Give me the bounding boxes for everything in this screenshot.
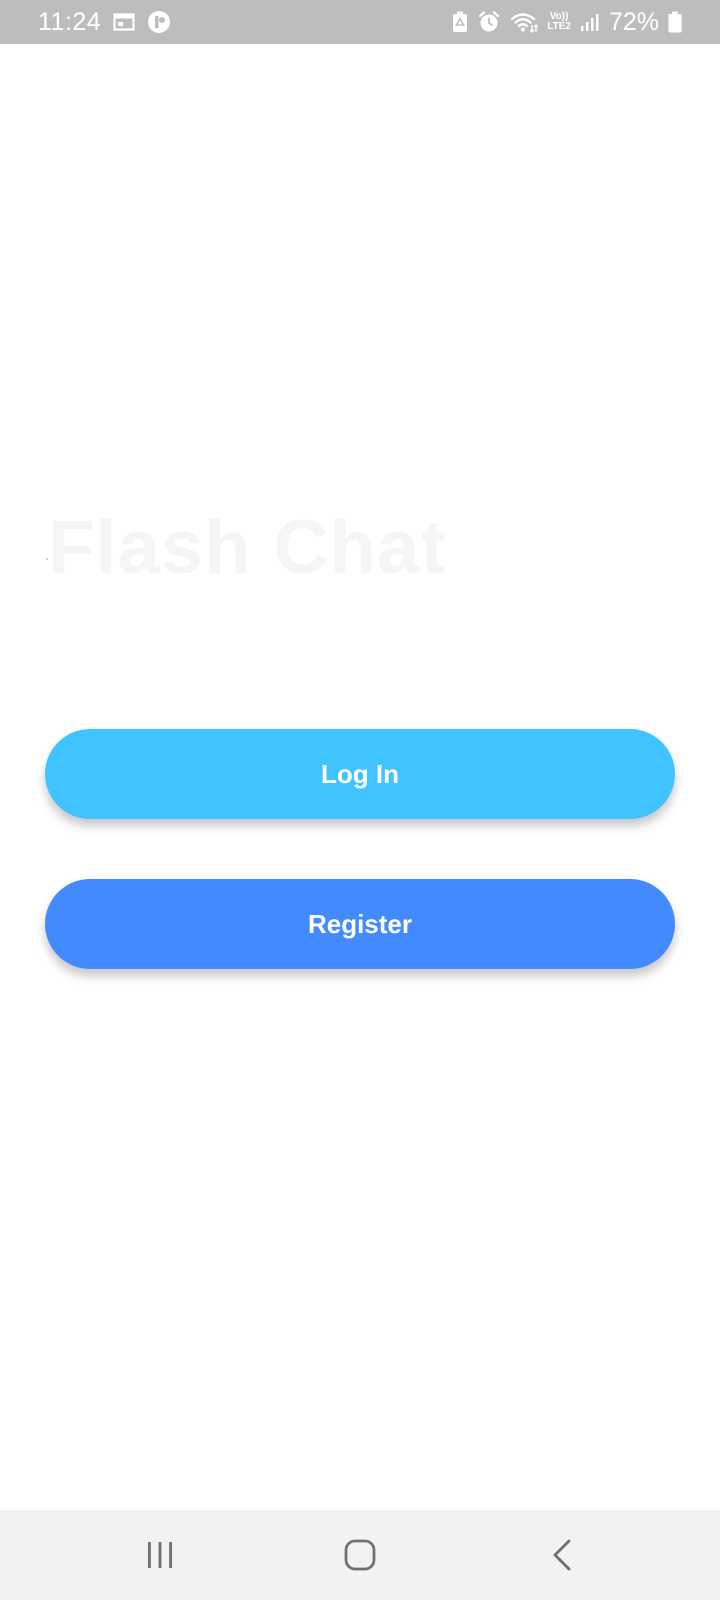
home-icon: [344, 1539, 376, 1571]
recents-button[interactable]: [100, 1510, 220, 1600]
back-icon: [553, 1539, 571, 1571]
alarm-icon: [477, 10, 501, 34]
wifi-icon: [510, 11, 539, 33]
calendar-icon: [113, 12, 135, 32]
back-button[interactable]: [502, 1510, 622, 1600]
app-notification-icon: [147, 10, 171, 34]
signal-icon: [580, 12, 600, 32]
battery-percent: 72%: [608, 7, 659, 36]
status-bar: 11:24 Vo)) LTE2 72%: [0, 0, 720, 44]
register-button[interactable]: Register: [45, 879, 675, 969]
login-button[interactable]: Log In: [45, 729, 675, 819]
home-button[interactable]: [300, 1510, 420, 1600]
battery-saver-icon: [452, 11, 468, 33]
status-left: 11:24: [38, 8, 171, 37]
volte-lte2-icon: Vo)) LTE2: [547, 12, 571, 32]
status-time: 11:24: [38, 7, 102, 36]
navigation-bar: [0, 1510, 720, 1600]
app-title: Flash Chat: [48, 505, 447, 590]
status-right: Vo)) LTE2 72%: [452, 8, 682, 37]
network-label-bottom: LTE2: [547, 21, 571, 32]
recents-icon: [148, 1542, 172, 1568]
screen: 11:24 Vo)) LTE2 72% Flash Chat Log In Re…: [0, 0, 720, 1600]
battery-icon: [668, 11, 682, 33]
